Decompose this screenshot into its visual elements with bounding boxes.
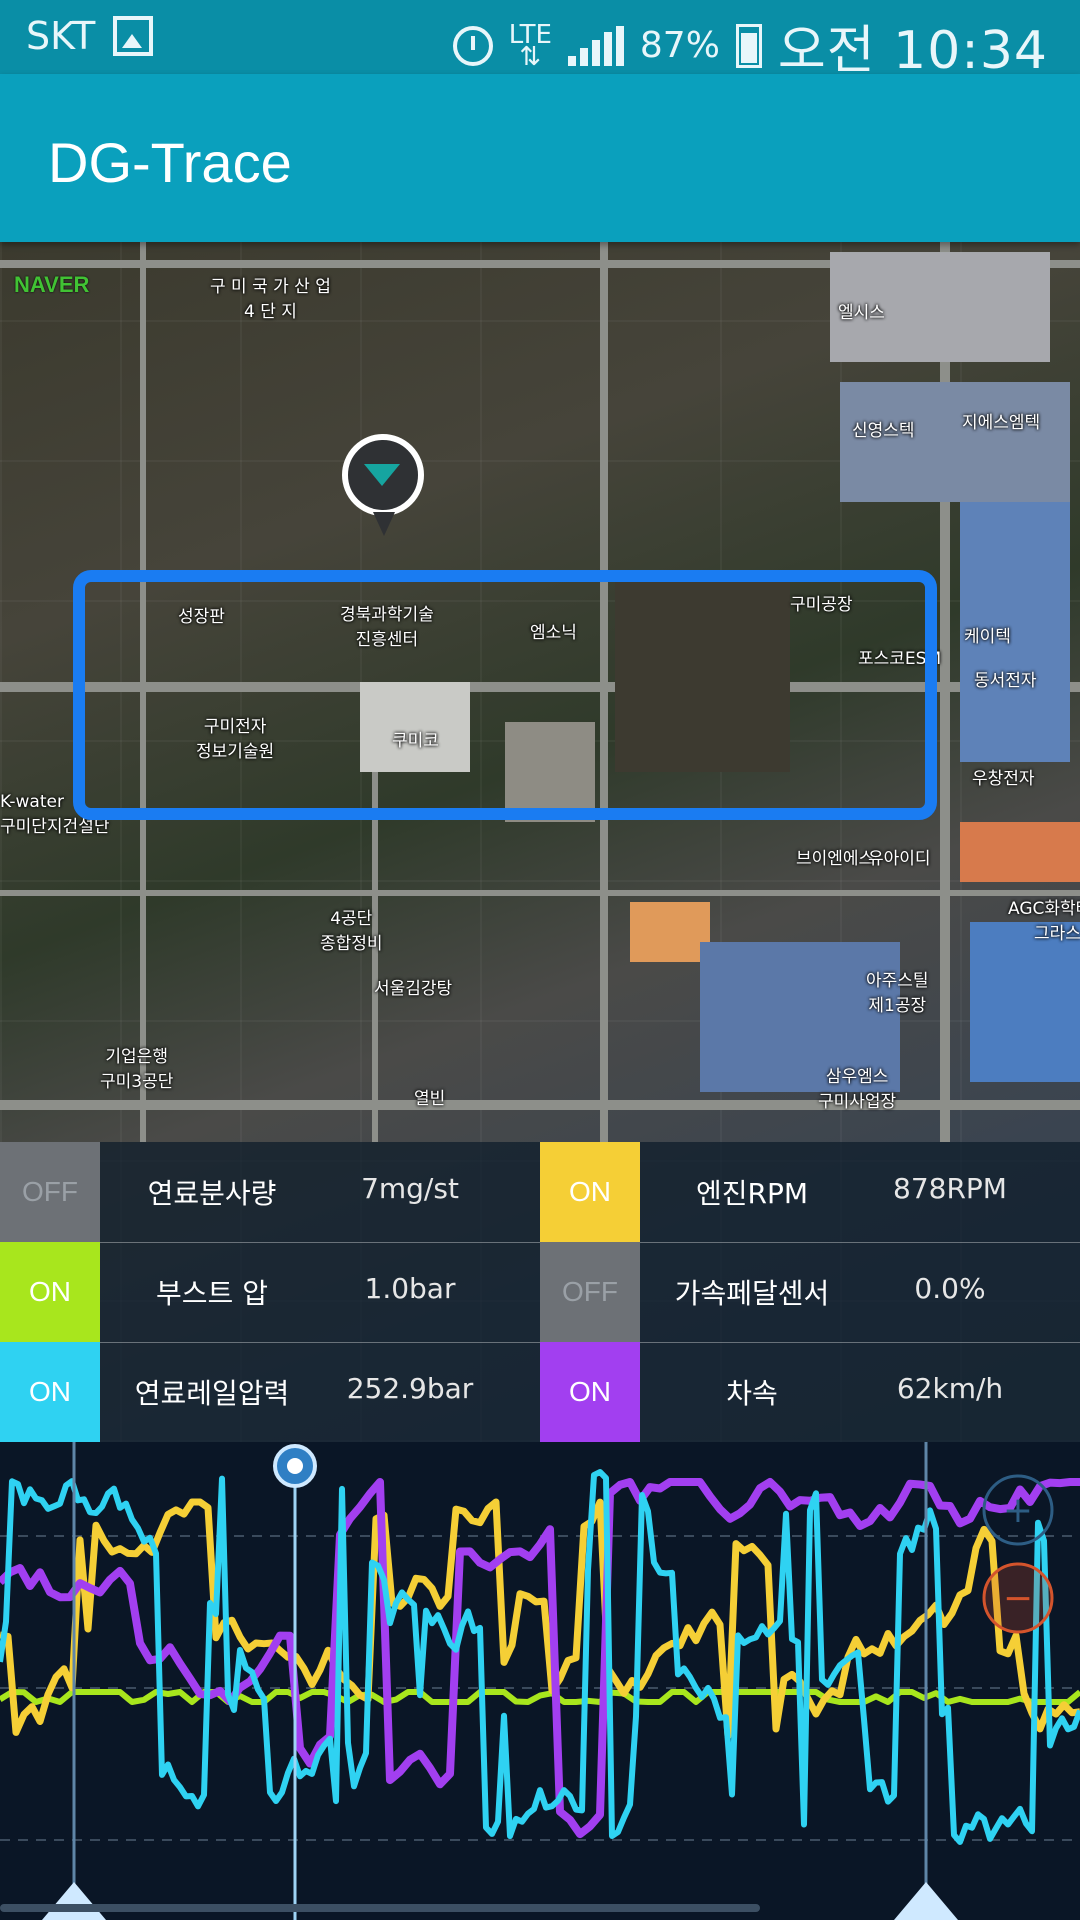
sensor-engine-rpm: ON 엔진RPM 878RPM bbox=[540, 1142, 1080, 1242]
naver-logo: NAVER bbox=[14, 272, 90, 297]
map-label: 4공단 종합정비 bbox=[320, 909, 383, 954]
cursor-handle-dot bbox=[287, 1458, 303, 1474]
map-label: AGC화학테크 그라스 bbox=[1008, 899, 1080, 944]
map-road bbox=[0, 1100, 1080, 1110]
status-bar: SKT LTE ⇅ 87% 오전 10:34 bbox=[0, 0, 1080, 81]
map-label: 동서전자 bbox=[974, 671, 1037, 691]
clock: 오전 10:34 bbox=[777, 21, 1048, 81]
sensor-row: ON 연료레일압력 252.9bar ON 차속 62km/h bbox=[0, 1342, 1080, 1443]
timeline-scrollbar[interactable] bbox=[0, 1904, 760, 1912]
trace-graph[interactable]: + − bbox=[0, 1442, 1080, 1920]
sensor-value: 0.0% bbox=[914, 1272, 986, 1305]
map-label: 서울김강탕 bbox=[374, 979, 453, 999]
battery-icon bbox=[735, 23, 762, 68]
map-road bbox=[940, 242, 950, 1142]
vehicle-location-pin-icon[interactable] bbox=[342, 434, 424, 516]
map-road bbox=[0, 890, 1080, 896]
pin-tail bbox=[373, 512, 395, 536]
map-label: 구 미 국 가 산 업 4 단 지 bbox=[210, 277, 331, 322]
sensor-name: 연료분사량 bbox=[147, 1177, 277, 1210]
network-type: LTE ⇅ bbox=[508, 19, 552, 72]
map-building bbox=[960, 822, 1080, 882]
map-label: 지에스엠텍 bbox=[962, 413, 1041, 433]
sensor-toggle-engine-rpm[interactable]: ON bbox=[540, 1142, 640, 1242]
map-label: 유아이디 bbox=[868, 849, 931, 869]
sensor-value: 62km/h bbox=[896, 1372, 1004, 1405]
carrier-label: SKT bbox=[26, 14, 96, 58]
sensor-value: 878RPM bbox=[893, 1172, 1007, 1205]
map-building bbox=[630, 902, 710, 962]
range-end-handle-icon[interactable] bbox=[894, 1882, 958, 1920]
map-label: 케이텍 bbox=[964, 627, 1011, 647]
sensor-toggle-vehicle-speed[interactable]: ON bbox=[540, 1342, 640, 1442]
map-label: 우창전자 bbox=[972, 769, 1035, 789]
sensor-name: 부스트 압 bbox=[156, 1277, 268, 1310]
sensor-name: 차속 bbox=[726, 1377, 778, 1410]
route-path bbox=[73, 570, 937, 820]
battery-percent: 87% bbox=[639, 25, 720, 66]
map-building bbox=[970, 922, 1080, 1082]
map-label: 엘시스 bbox=[838, 303, 885, 323]
sensor-value: 1.0bar bbox=[364, 1272, 456, 1305]
sensor-toggle-accel-pedal[interactable]: OFF bbox=[540, 1242, 640, 1342]
sensor-rail-pressure: ON 연료레일압력 252.9bar bbox=[0, 1342, 540, 1442]
app-title: DG-Trace bbox=[48, 131, 292, 194]
series-layer bbox=[0, 1469, 1080, 1845]
sensor-fuel-injection: OFF 연료분사량 7mg/st bbox=[0, 1142, 540, 1242]
zoom-in-icon: + bbox=[1003, 1490, 1033, 1531]
zoom-out-icon: − bbox=[1003, 1578, 1033, 1619]
sensor-toggle-fuel-injection[interactable]: OFF bbox=[0, 1142, 100, 1242]
gallery-icon bbox=[113, 16, 154, 56]
sensor-name: 가속페달센서 bbox=[674, 1277, 830, 1310]
map-label: 삼우엠스 구미사업장 bbox=[818, 1067, 897, 1112]
sensor-boost-pressure: ON 부스트 압 1.0bar bbox=[0, 1242, 540, 1342]
sensor-toggle-rail-pressure[interactable]: ON bbox=[0, 1342, 100, 1442]
range-start-handle-icon[interactable] bbox=[42, 1882, 106, 1920]
map-building bbox=[840, 382, 1070, 502]
map-label: 아주스틸 제1공장 bbox=[866, 971, 929, 1016]
app-bar: DG-Trace bbox=[0, 74, 1080, 242]
sensor-name: 엔진RPM bbox=[695, 1177, 809, 1210]
signal-icon bbox=[567, 25, 624, 66]
sensor-name: 연료레일압력 bbox=[134, 1377, 290, 1410]
sensor-row: OFF 연료분사량 7mg/st ON 엔진RPM 878RPM bbox=[0, 1142, 1080, 1243]
sensor-toggle-boost-pressure[interactable]: ON bbox=[0, 1242, 100, 1342]
trace-graph-svg: + − bbox=[0, 1442, 1080, 1920]
sensor-accel-pedal: OFF 가속페달센서 0.0% bbox=[540, 1242, 1080, 1342]
alarm-icon bbox=[452, 25, 493, 66]
map-label: 브이엔에스 bbox=[796, 849, 875, 869]
sensor-value: 7mg/st bbox=[361, 1172, 459, 1205]
map-label: 기업은행 구미3공단 bbox=[100, 1047, 174, 1092]
map-label: 열빈 bbox=[414, 1089, 446, 1109]
sensor-row: ON 부스트 압 1.0bar OFF 가속페달센서 0.0% bbox=[0, 1242, 1080, 1343]
sensor-vehicle-speed: ON 차속 62km/h bbox=[540, 1342, 1080, 1442]
sensor-value: 252.9bar bbox=[346, 1372, 474, 1405]
sensor-panel: OFF 연료분사량 7mg/st ON 엔진RPM 878RPM ON 부스트 … bbox=[0, 1142, 1080, 1443]
map-label: 신영스텍 bbox=[852, 421, 915, 441]
